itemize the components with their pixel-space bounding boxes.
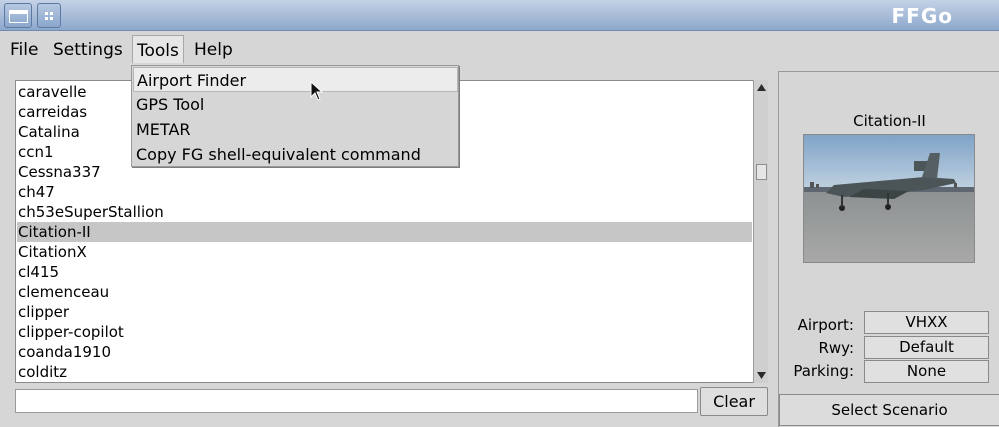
menu-file[interactable]: File	[6, 35, 42, 63]
list-item[interactable]: ch47	[17, 182, 752, 202]
menu-bar: File Settings Tools Help	[0, 31, 999, 66]
grip-dot-icon	[45, 17, 48, 20]
list-item[interactable]: ch53eSuperStallion	[17, 202, 752, 222]
list-item[interactable]: colditz	[17, 362, 752, 382]
window-title: FFGo	[891, 4, 953, 28]
list-item-selected[interactable]: Citation-II	[17, 222, 752, 242]
list-item[interactable]: CitationX	[17, 242, 752, 262]
list-item[interactable]: coanda1910	[17, 342, 752, 362]
menu-help[interactable]: Help	[190, 35, 237, 63]
window-menu-button[interactable]	[4, 3, 32, 28]
list-item[interactable]: clipper	[17, 302, 752, 322]
menu-tools[interactable]: Tools	[132, 35, 184, 63]
grip-dot-icon	[45, 12, 48, 15]
title-bar: FFGo	[0, 0, 999, 31]
window-icon	[9, 10, 28, 23]
scrollbar-thumb[interactable]	[756, 164, 767, 180]
aircraft-preview-image	[803, 134, 975, 263]
airport-button[interactable]: VHXX	[864, 311, 989, 334]
list-scrollbar[interactable]	[753, 80, 768, 383]
grip-dot-icon	[50, 12, 53, 15]
menu-settings[interactable]: Settings	[49, 35, 127, 63]
clear-button[interactable]: Clear	[700, 387, 768, 416]
list-item[interactable]: clipper-copilot	[17, 322, 752, 342]
list-item[interactable]: clemenceau	[17, 282, 752, 302]
runway-button[interactable]: Default	[864, 336, 989, 359]
select-scenario-button[interactable]: Select Scenario	[779, 394, 999, 426]
grip-button[interactable]	[37, 3, 61, 28]
parking-label: Parking:	[793, 362, 854, 380]
menu-item-metar[interactable]: METAR	[133, 117, 458, 142]
aircraft-details-panel: Citation-II Airport: VHXX Rwy: Default P…	[778, 71, 999, 427]
tools-dropdown-menu: Airport Finder GPS Tool METAR Copy FG sh…	[131, 65, 459, 167]
parking-button[interactable]: None	[864, 360, 989, 383]
rwy-label: Rwy:	[818, 339, 854, 357]
menu-item-copy-fg-command[interactable]: Copy FG shell-equivalent command	[133, 142, 458, 167]
search-input[interactable]	[15, 389, 698, 413]
scroll-up-arrow-icon[interactable]	[755, 82, 768, 93]
menu-item-gps-tool[interactable]: GPS Tool	[133, 92, 458, 117]
list-item[interactable]: cl415	[17, 262, 752, 282]
airport-label: Airport:	[797, 316, 854, 334]
menu-item-airport-finder[interactable]: Airport Finder	[133, 67, 458, 92]
grip-dot-icon	[50, 17, 53, 20]
aircraft-name: Citation-II	[853, 112, 926, 130]
mouse-cursor-icon	[310, 80, 324, 101]
